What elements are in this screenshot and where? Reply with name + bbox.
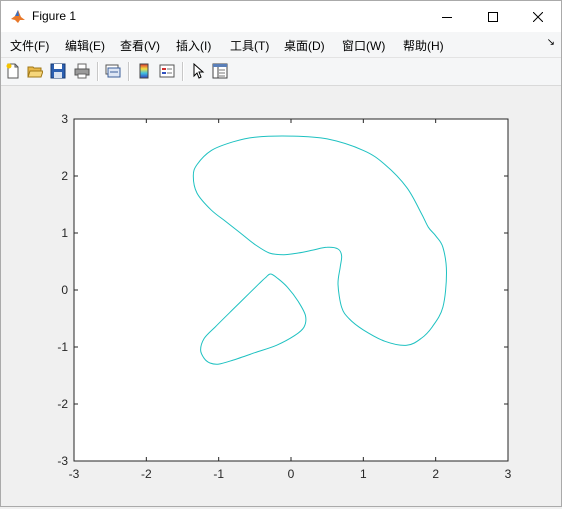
figure-window: Figure 1 文件(F) 编辑(E) 查看(V) 插入(I) 工具(T) 桌… xyxy=(0,0,562,507)
property-inspector-icon[interactable] xyxy=(211,62,229,80)
y-tick-label: -3 xyxy=(57,454,68,468)
legend-icon[interactable] xyxy=(158,62,176,80)
menu-view[interactable]: 查看(V) xyxy=(120,37,160,54)
x-tick-label: -1 xyxy=(213,467,224,481)
x-tick-label: -3 xyxy=(69,467,80,481)
pointer-icon[interactable] xyxy=(189,62,207,80)
title-bar[interactable]: Figure 1 xyxy=(1,1,561,32)
menu-edit[interactable]: 编辑(E) xyxy=(65,37,105,54)
y-tick-label: 2 xyxy=(61,169,68,183)
menu-tools[interactable]: 工具(T) xyxy=(230,37,269,54)
menu-desktop[interactable]: 桌面(D) xyxy=(284,37,325,54)
y-tick-label: 1 xyxy=(61,226,68,240)
menu-window[interactable]: 窗口(W) xyxy=(342,37,385,54)
x-tick-label: 0 xyxy=(288,467,295,481)
maximize-icon xyxy=(488,11,498,22)
toolbar-separator xyxy=(182,62,184,81)
figure-canvas: -3 -2 -1 0 1 2 3 3 2 1 0 -1 -2 -3 xyxy=(1,86,561,506)
save-icon[interactable] xyxy=(49,62,67,80)
toolbar-separator xyxy=(97,62,99,81)
close-button[interactable] xyxy=(515,1,561,32)
menu-bar: 文件(F) 编辑(E) 查看(V) 插入(I) 工具(T) 桌面(D) 窗口(W… xyxy=(1,32,561,58)
menu-file[interactable]: 文件(F) xyxy=(10,37,49,54)
y-tick-label: 0 xyxy=(61,283,68,297)
x-tick-label: 3 xyxy=(505,467,512,481)
x-tick-label: -2 xyxy=(141,467,152,481)
menu-overflow-icon[interactable]: ↘ xyxy=(547,37,555,48)
matlab-icon xyxy=(10,8,26,24)
plot-canvas[interactable]: -3 -2 -1 0 1 2 3 3 2 1 0 -1 -2 -3 xyxy=(1,86,561,506)
y-tick-label: 3 xyxy=(61,112,68,126)
x-tick-label: 2 xyxy=(432,467,439,481)
link-plot-icon[interactable] xyxy=(104,62,122,80)
y-tick-label: -2 xyxy=(57,397,68,411)
minimize-button[interactable] xyxy=(424,1,470,32)
colorbar-icon[interactable] xyxy=(135,62,153,80)
toolbar-separator xyxy=(128,62,130,81)
open-file-icon[interactable] xyxy=(26,62,44,80)
minimize-icon xyxy=(442,16,452,18)
new-figure-icon[interactable] xyxy=(4,62,22,80)
print-icon[interactable] xyxy=(73,62,91,80)
axes-box xyxy=(73,118,509,462)
menu-help[interactable]: 帮助(H) xyxy=(403,37,444,54)
menu-insert[interactable]: 插入(I) xyxy=(176,37,211,54)
maximize-button[interactable] xyxy=(470,1,516,32)
y-tick-label: -1 xyxy=(57,340,68,354)
x-tick-label: 1 xyxy=(360,467,367,481)
window-title: Figure 1 xyxy=(32,9,77,23)
toolbar xyxy=(1,58,561,86)
close-icon xyxy=(533,11,543,22)
